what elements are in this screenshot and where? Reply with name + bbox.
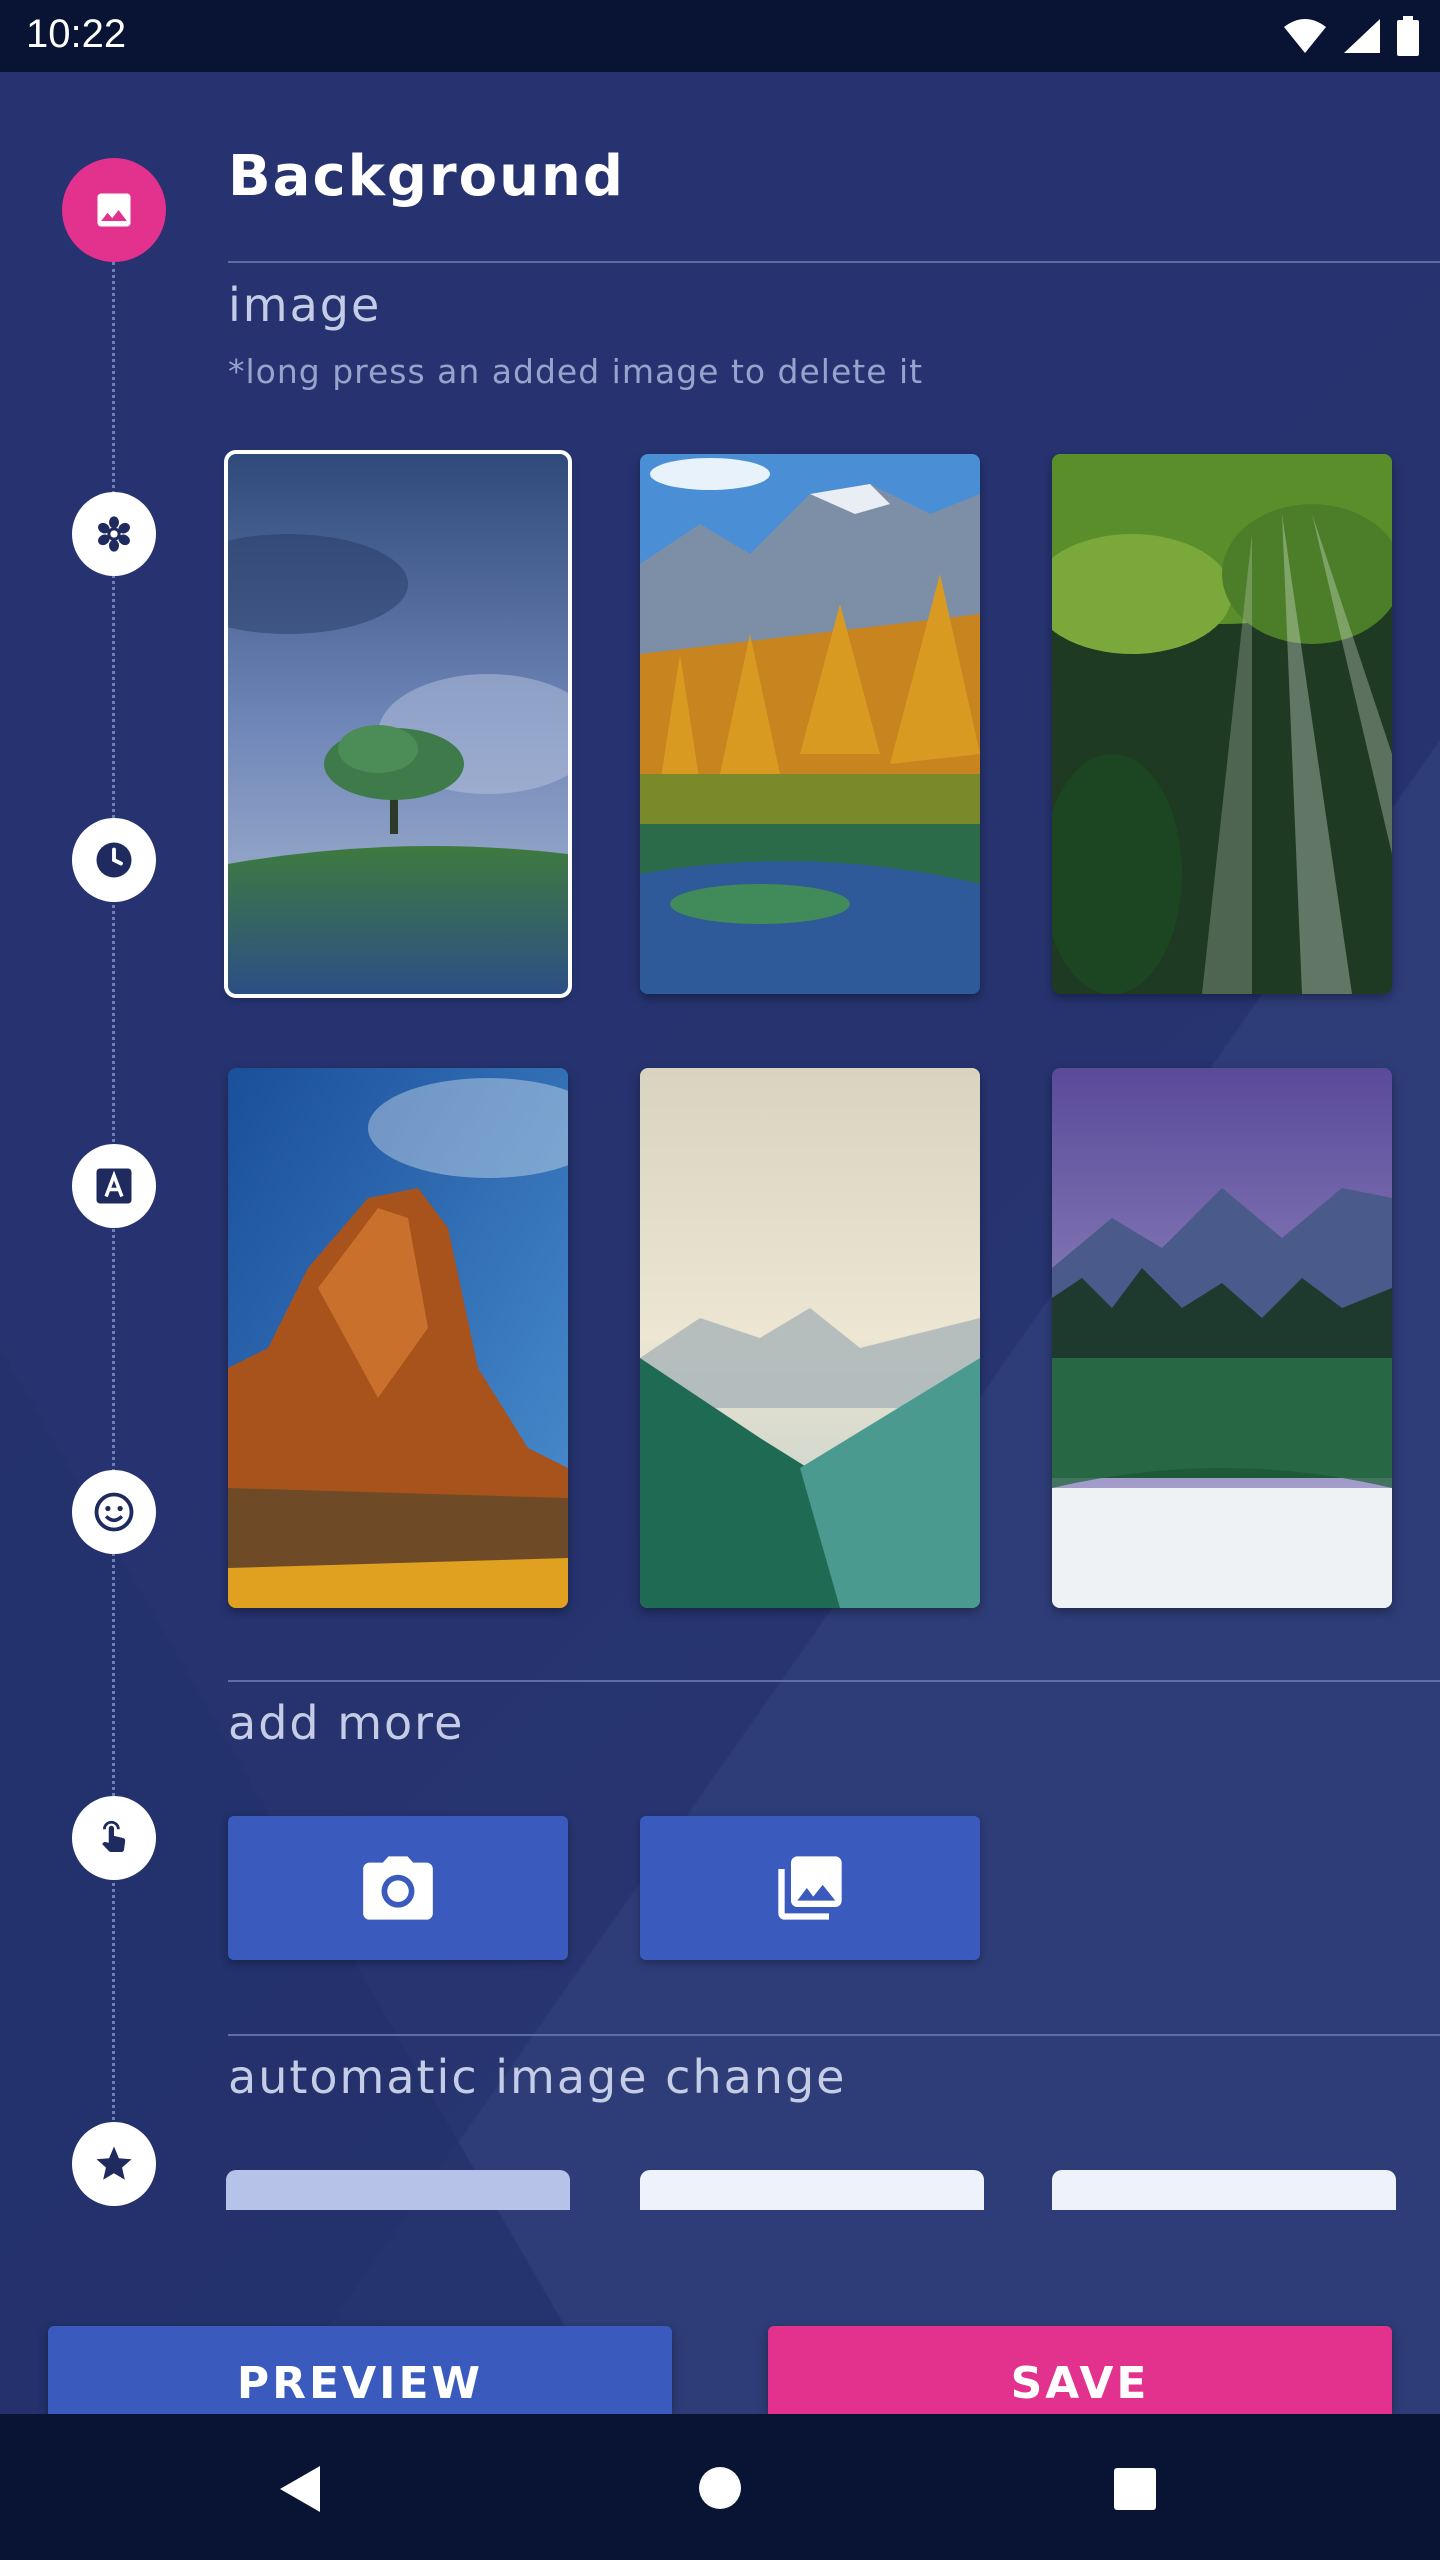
wallpaper-thumbnail-lake-reflection-night[interactable] xyxy=(1052,1068,1392,1608)
forest-sunrays-image xyxy=(1052,454,1392,994)
step-settings[interactable] xyxy=(72,492,156,576)
navigation-bar xyxy=(0,2414,1440,2560)
add-from-gallery-button[interactable] xyxy=(640,1816,980,1960)
stormy-tree-image xyxy=(228,454,568,994)
autumn-mountain-image xyxy=(640,454,980,994)
wallpaper-thumbnail-stormy-tree[interactable] xyxy=(224,450,572,998)
add-from-camera-button[interactable] xyxy=(228,1816,568,1960)
gallery-icon xyxy=(778,1856,842,1920)
red-rock-image xyxy=(228,1068,568,1608)
auto-change-option-1[interactable] xyxy=(226,2170,570,2210)
step-touch[interactable] xyxy=(72,1796,156,1880)
step-favorites[interactable] xyxy=(72,2122,156,2206)
wallpaper-thumbnail-red-rock-desert[interactable] xyxy=(228,1068,568,1608)
misty-mountains-image xyxy=(640,1068,980,1608)
camera-icon xyxy=(363,1856,433,1920)
text-icon xyxy=(96,1168,132,1204)
recents-icon[interactable] xyxy=(1114,2468,1156,2510)
battery-icon xyxy=(1397,16,1419,56)
wallpaper-thumbnail-autumn-mountain-lake[interactable] xyxy=(640,454,980,994)
emoji-icon xyxy=(94,1492,134,1532)
title-divider xyxy=(228,261,1440,263)
add-more-label: add more xyxy=(228,1696,465,1750)
save-button[interactable]: SAVE xyxy=(768,2326,1392,2414)
status-bar: 10:22 xyxy=(0,0,1440,72)
auto-change-option-2[interactable] xyxy=(640,2170,984,2210)
lake-reflection-image xyxy=(1052,1068,1392,1608)
auto-change-divider xyxy=(228,2034,1440,2036)
wifi-icon xyxy=(1284,19,1326,53)
step-emoji[interactable] xyxy=(72,1470,156,1554)
delete-hint: *long press an added image to delete it xyxy=(228,352,924,391)
preview-button[interactable]: PREVIEW xyxy=(48,2326,672,2414)
signal-icon xyxy=(1344,19,1380,53)
add-more-divider xyxy=(228,1680,1440,1682)
image-section-label: image xyxy=(228,278,382,332)
home-icon[interactable] xyxy=(698,2466,742,2510)
settings-icon xyxy=(98,516,130,552)
wallpaper-thumbnail-forest-sunrays[interactable] xyxy=(1052,454,1392,994)
status-time: 10:22 xyxy=(26,12,127,56)
page-title: Background xyxy=(228,144,625,209)
step-background[interactable] xyxy=(62,158,166,262)
star-icon xyxy=(96,2146,132,2180)
auto-change-option-3[interactable] xyxy=(1052,2170,1396,2210)
step-clock[interactable] xyxy=(72,818,156,902)
step-text[interactable] xyxy=(72,1144,156,1228)
back-icon[interactable] xyxy=(276,2464,322,2514)
clock-icon xyxy=(96,842,132,878)
image-icon xyxy=(97,193,131,227)
editor-screen: Background image *long press an added im… xyxy=(0,72,1440,2414)
status-icons xyxy=(1282,14,1420,58)
wallpaper-thumbnail-misty-mountains[interactable] xyxy=(640,1068,980,1608)
touch-icon xyxy=(102,1820,126,1852)
auto-change-label: automatic image change xyxy=(228,2050,847,2104)
